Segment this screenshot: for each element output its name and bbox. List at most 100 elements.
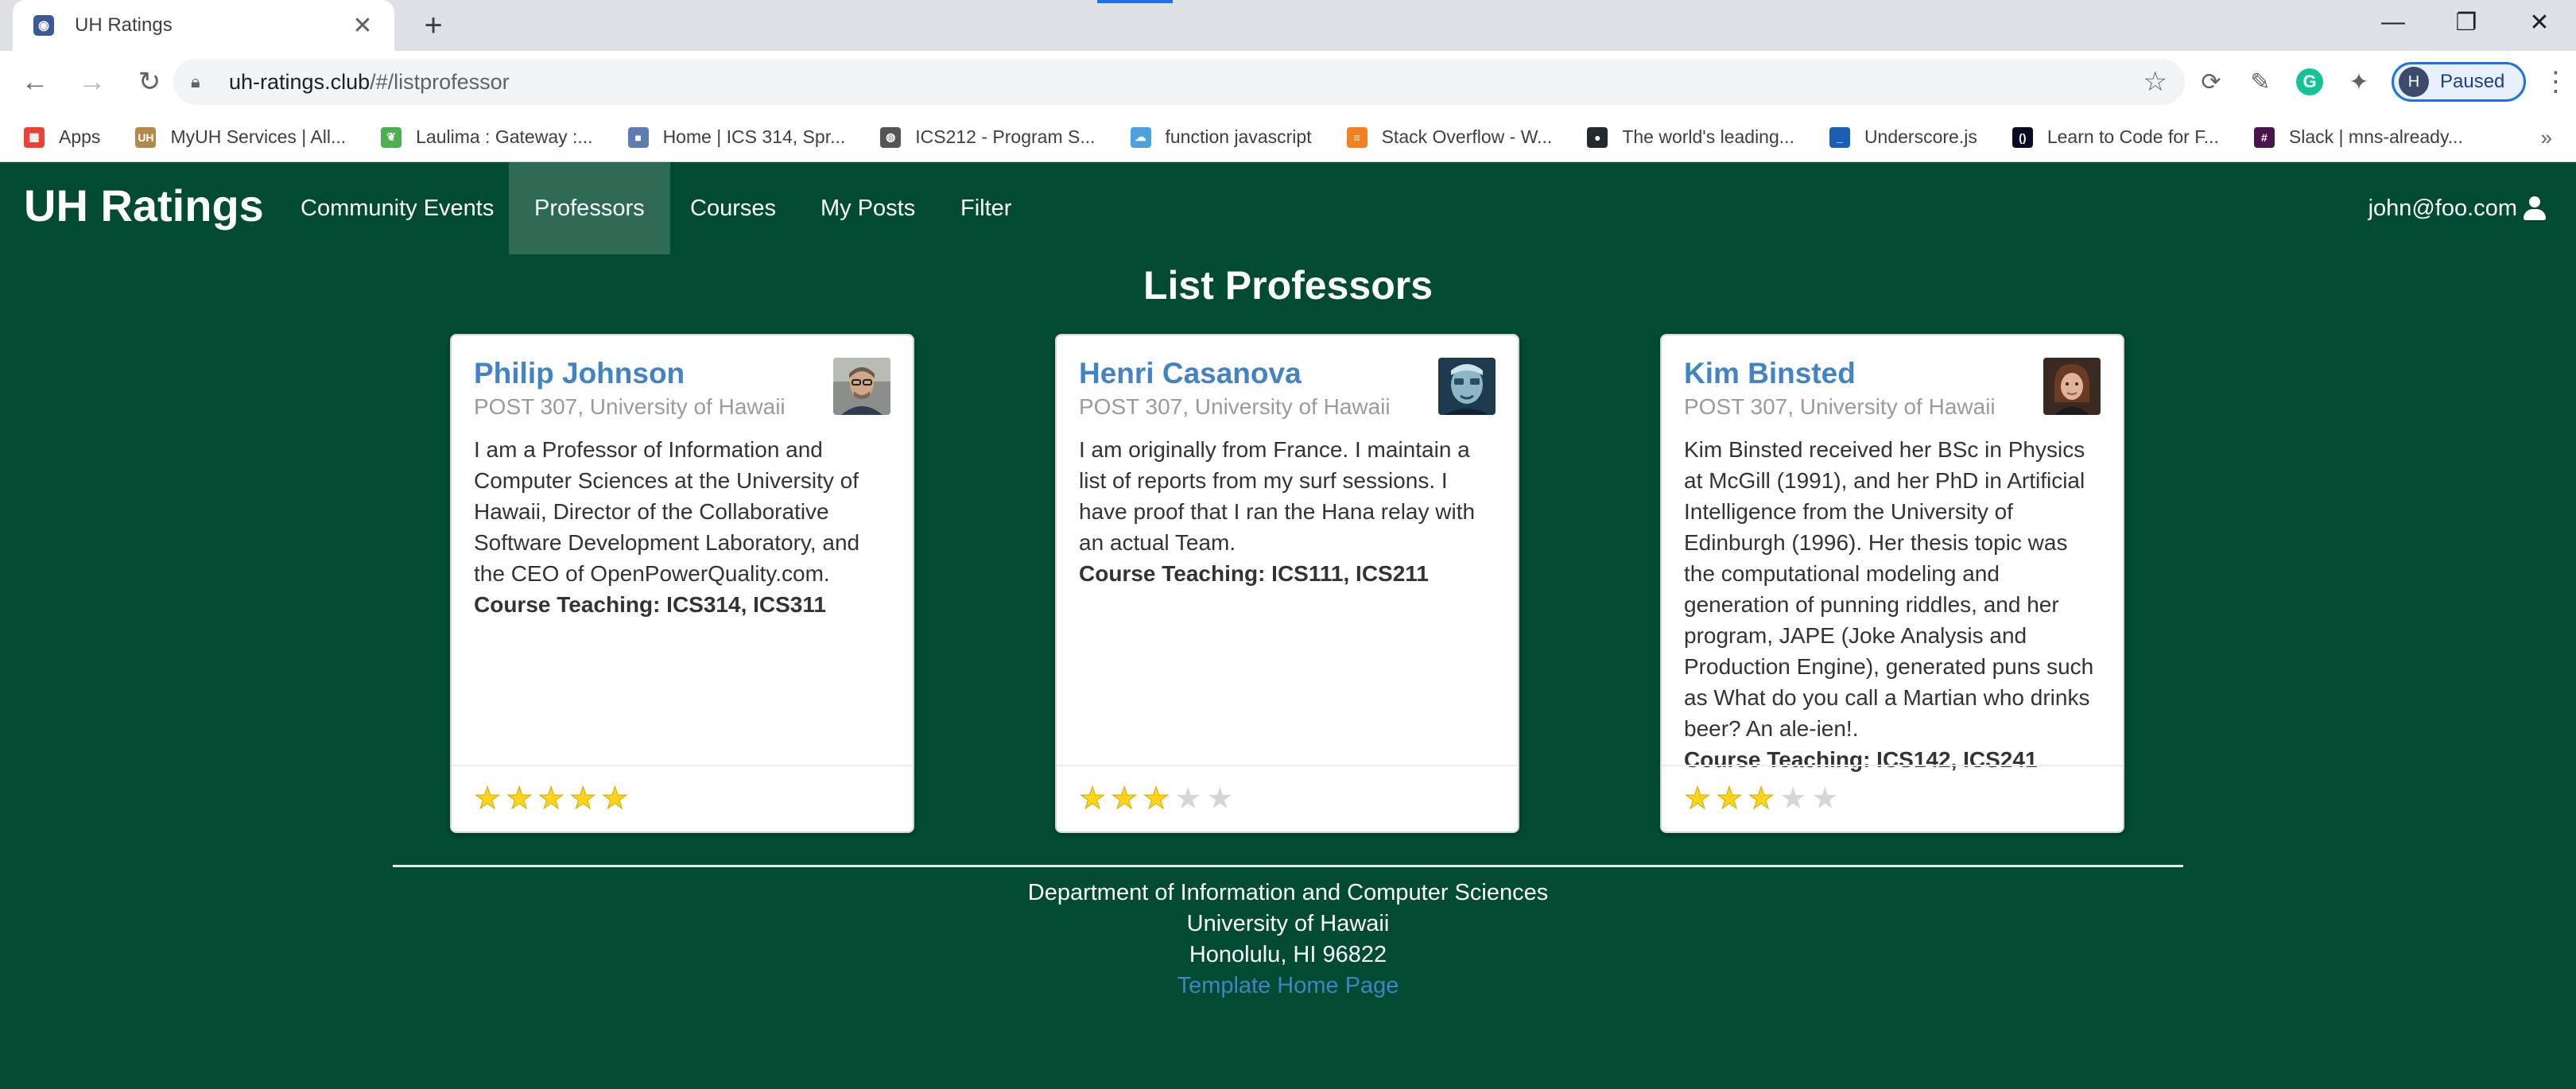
star-filled-icon[interactable]: ★ — [569, 784, 597, 815]
professor-description: Kim Binsted received her BSc in Physics … — [1684, 437, 2094, 741]
user-icon — [2524, 196, 2546, 220]
url-path: /#/listprofessor — [370, 69, 510, 94]
url-text[interactable]: uh-ratings.club/#/listprofessor — [229, 70, 2143, 95]
bookmark-label: Stack Overflow - W... — [1381, 126, 1553, 147]
bookmark-star-icon[interactable]: ☆ — [2143, 66, 2167, 98]
minimize-icon[interactable]: — — [2357, 0, 2430, 45]
freecodecamp-icon: () — [2012, 126, 2033, 148]
more-bookmarks-icon[interactable]: » — [2541, 126, 2552, 150]
star-filled-icon[interactable]: ★ — [1143, 784, 1170, 815]
professor-name[interactable]: Philip Johnson — [474, 355, 890, 393]
grammarly-icon[interactable]: G — [2285, 59, 2334, 105]
professor-photo — [1438, 358, 1496, 415]
tab-title: UH Ratings — [75, 14, 173, 36]
star-empty-icon[interactable]: ★ — [1174, 784, 1201, 814]
star-rating[interactable]: ★ ★ ★ ★ ★ — [1662, 765, 2123, 831]
menu-kebab-icon[interactable]: ⋮ — [2535, 59, 2575, 105]
brand-logo[interactable]: UH Ratings — [24, 180, 264, 231]
star-filled-icon[interactable]: ★ — [601, 784, 629, 815]
star-filled-icon[interactable]: ★ — [506, 784, 533, 815]
github-icon: ● — [1587, 126, 1608, 148]
bookmark-item[interactable]: ▦ Apps — [24, 126, 100, 148]
star-filled-icon[interactable]: ★ — [1078, 784, 1106, 815]
eyedropper-extension-icon[interactable]: ✎ — [2236, 59, 2285, 105]
footer: Department of Information and Computer S… — [0, 878, 2576, 1002]
star-empty-icon[interactable]: ★ — [1779, 784, 1806, 814]
window-close-icon[interactable]: ✕ — [2503, 0, 2576, 45]
bookmark-label: Underscore.js — [1864, 126, 1977, 147]
star-rating[interactable]: ★ ★ ★ ★ ★ — [452, 765, 913, 831]
professor-card: Philip Johnson POST 307, University of H… — [450, 334, 914, 833]
square-icon: ■ — [627, 126, 649, 148]
underscore-icon: _ — [1829, 126, 1850, 148]
nav-professors[interactable]: Professors — [509, 162, 670, 254]
bookmark-item[interactable]: UH MyUH Services | All... — [135, 126, 346, 148]
bookmark-label: function javascript — [1165, 126, 1312, 147]
professor-card: Henri Casanova POST 307, University of H… — [1055, 334, 1519, 833]
footer-address: Honolulu, HI 96822 — [1189, 942, 1387, 967]
nav-community-events[interactable]: Community Events — [275, 162, 519, 254]
bookmark-item[interactable]: ■ Home | ICS 314, Spr... — [627, 126, 845, 148]
bookmark-label: Slack | mns-already... — [2288, 126, 2463, 147]
professor-description: I am a Professor of Information and Comp… — [474, 437, 860, 586]
professor-photo — [833, 358, 890, 415]
professor-card: Kim Binsted POST 307, University of Hawa… — [1660, 334, 2124, 833]
browser-tabstrip: ◉ UH Ratings ✕ + — ❐ ✕ — [0, 0, 2576, 51]
reload-icon[interactable]: ↻ — [127, 60, 172, 104]
restore-icon[interactable]: ❐ — [2430, 0, 2503, 45]
profile-button[interactable]: H Paused — [2392, 62, 2527, 102]
back-arrow-icon[interactable]: ← — [13, 60, 57, 104]
star-empty-icon[interactable]: ★ — [1206, 784, 1233, 814]
new-tab-button[interactable]: + — [413, 6, 453, 45]
lock-icon: 🔒︎ — [191, 72, 200, 91]
star-filled-icon[interactable]: ★ — [1716, 784, 1744, 815]
sync-extension-icon[interactable]: ⟳ — [2186, 59, 2236, 105]
professor-office: POST 307, University of Hawaii — [1684, 394, 1996, 419]
star-filled-icon[interactable]: ★ — [1111, 784, 1139, 815]
forward-arrow-icon[interactable]: → — [70, 60, 114, 104]
star-filled-icon[interactable]: ★ — [1683, 784, 1711, 815]
address-bar[interactable]: 🔒︎ uh-ratings.club/#/listprofessor ☆ — [173, 59, 2185, 105]
professor-office: POST 307, University of Hawaii — [474, 394, 786, 419]
extensions-area: ⟳ ✎ G ✦ H Paused ⋮ — [2186, 59, 2575, 105]
bookmark-item[interactable]: ❦ Laulima : Gateway :... — [381, 126, 593, 148]
star-rating[interactable]: ★ ★ ★ ★ ★ — [1057, 765, 1518, 831]
bookmark-item[interactable]: _ Underscore.js — [1829, 126, 1977, 148]
nav-my-posts[interactable]: My Posts — [795, 162, 941, 254]
page-icon: ◉ — [33, 15, 54, 36]
bookmark-label: Learn to Code for F... — [2046, 126, 2219, 147]
star-filled-icon[interactable]: ★ — [1748, 784, 1775, 815]
browser-toolbar: ← → ↻ 🔒︎ uh-ratings.club/#/listprofessor… — [0, 51, 2576, 113]
site-navbar: UH Ratings Community Events Professors C… — [0, 162, 2576, 254]
browser-tab[interactable]: ◉ UH Ratings ✕ — [13, 0, 394, 51]
globe-icon: ◍ — [880, 126, 902, 148]
star-filled-icon[interactable]: ★ — [473, 784, 501, 815]
uh-icon: UH — [135, 126, 157, 148]
cloud-icon: ☁ — [1130, 126, 1151, 148]
bookmark-label: ICS212 - Program S... — [915, 126, 1096, 147]
nav-filter[interactable]: Filter — [935, 162, 1037, 254]
professor-courses: Course Teaching: ICS314, ICS311 — [474, 592, 826, 617]
bookmark-label: Apps — [59, 126, 101, 147]
star-filled-icon[interactable]: ★ — [537, 784, 565, 815]
slack-icon: # — [2253, 126, 2275, 148]
card-content: Henri Casanova POST 307, University of H… — [1057, 335, 1518, 765]
close-icon[interactable]: ✕ — [347, 12, 378, 40]
star-empty-icon[interactable]: ★ — [1811, 784, 1838, 814]
bookmark-item[interactable]: ≡ Stack Overflow - W... — [1346, 126, 1553, 148]
user-menu[interactable]: john@foo.com — [2368, 162, 2546, 254]
bookmark-item[interactable]: ◍ ICS212 - Program S... — [880, 126, 1096, 148]
bookmark-item[interactable]: ● The world's leading... — [1587, 126, 1794, 148]
tabstrip-accent — [1097, 0, 1173, 3]
bookmark-item[interactable]: ☁ function javascript — [1130, 126, 1312, 148]
apps-grid-icon: ▦ — [24, 126, 45, 148]
professor-description: I am originally from France. I maintain … — [1079, 437, 1476, 555]
bookmark-item[interactable]: # Slack | mns-already... — [2253, 126, 2463, 148]
nav-courses[interactable]: Courses — [665, 162, 801, 254]
professor-name[interactable]: Henri Casanova — [1079, 355, 1496, 393]
bookmark-item[interactable]: () Learn to Code for F... — [2012, 126, 2219, 148]
professor-courses: Course Teaching: ICS111, ICS211 — [1079, 561, 1429, 586]
template-home-link[interactable]: Template Home Page — [1177, 973, 1399, 998]
professor-name[interactable]: Kim Binsted — [1684, 355, 2101, 393]
puzzle-extensions-icon[interactable]: ✦ — [2334, 59, 2384, 105]
